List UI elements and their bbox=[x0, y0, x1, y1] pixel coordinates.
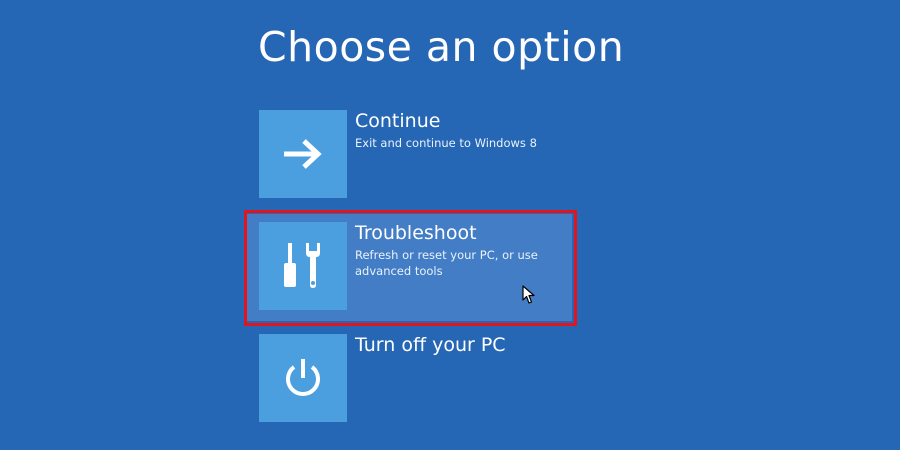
turn-off-option[interactable]: Turn off your PC bbox=[259, 334, 569, 424]
troubleshoot-tile[interactable] bbox=[259, 222, 347, 310]
turn-off-label: Turn off your PC bbox=[355, 334, 506, 356]
power-icon bbox=[286, 359, 320, 396]
troubleshoot-description: Refresh or reset your PC, or use advance… bbox=[355, 248, 538, 278]
continue-label: Continue bbox=[355, 110, 441, 132]
continue-description: Exit and continue to Windows 8 bbox=[355, 136, 537, 150]
turn-off-tile[interactable] bbox=[259, 334, 347, 422]
tools-icon bbox=[284, 243, 320, 288]
mouse-cursor-icon bbox=[522, 285, 535, 304]
arrow-right-icon bbox=[284, 139, 322, 169]
continue-option[interactable]: Continue Exit and continue to Windows 8 bbox=[259, 110, 569, 200]
troubleshoot-label: Troubleshoot bbox=[355, 222, 477, 244]
continue-tile[interactable] bbox=[259, 110, 347, 198]
page-title: Choose an option bbox=[258, 23, 625, 71]
